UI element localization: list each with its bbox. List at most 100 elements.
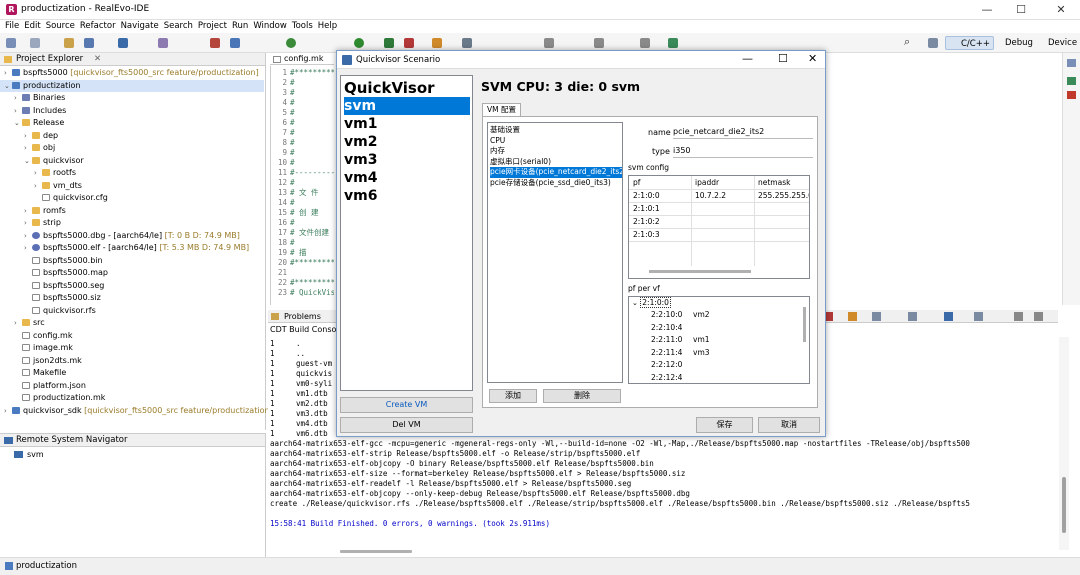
project-tree-item[interactable]: › Binaries bbox=[0, 92, 264, 105]
outline-icon[interactable] bbox=[1067, 59, 1076, 67]
name-field[interactable]: pcie_netcard_die2_its2 bbox=[673, 127, 813, 139]
collapsed-chevron-icon[interactable]: › bbox=[4, 405, 12, 418]
collapsed-chevron-icon[interactable]: › bbox=[24, 230, 32, 243]
expanded-chevron-icon[interactable]: ⌄ bbox=[4, 80, 12, 93]
run-external-icon[interactable] bbox=[384, 38, 394, 48]
menu-project[interactable]: Project bbox=[198, 20, 227, 33]
delete-config-button[interactable]: 删除 bbox=[543, 389, 621, 403]
monitor-icon[interactable] bbox=[118, 38, 128, 48]
save-icon[interactable] bbox=[30, 38, 40, 48]
add-config-button[interactable]: 添加 bbox=[489, 389, 537, 403]
menu-tools[interactable]: Tools bbox=[292, 20, 313, 33]
menu-help[interactable]: Help bbox=[318, 20, 337, 33]
pf-tree-vf[interactable]: 2:2:11:0 bbox=[651, 334, 682, 346]
forward-icon[interactable] bbox=[640, 38, 650, 48]
menu-navigate[interactable]: Navigate bbox=[121, 20, 159, 33]
project-tree-item[interactable]: platform.json bbox=[0, 380, 264, 393]
config-item-cpu[interactable]: CPU bbox=[490, 136, 622, 147]
open-perspective-icon[interactable] bbox=[668, 38, 678, 48]
pf-tree-vf[interactable]: 2:2:11:4 bbox=[651, 347, 682, 359]
tab-vm-config[interactable]: VM 配置 bbox=[482, 103, 521, 116]
project-tree-item[interactable]: › bspfts5000.dbg - [aarch64/le] [T: 0 B D… bbox=[0, 230, 264, 243]
debug-config-icon[interactable] bbox=[84, 38, 94, 48]
pf-tree-vf[interactable]: 2:2:10:4 bbox=[651, 322, 682, 334]
collapsed-chevron-icon[interactable]: › bbox=[24, 142, 32, 155]
pf-tree-scroll-thumb[interactable] bbox=[803, 307, 806, 342]
project-tree-item[interactable]: quickvisor.cfg bbox=[0, 192, 264, 205]
refresh-icon[interactable] bbox=[158, 38, 168, 48]
pf-per-vf-tree[interactable]: ⌄ 2:1:0:0 2:2:10:0 vm2 2:2:10:4 2:2:11:0 vm1… bbox=[628, 296, 810, 384]
console-hscroll-thumb[interactable] bbox=[340, 550, 412, 553]
project-tree-item[interactable]: › Includes bbox=[0, 105, 264, 118]
svm-config-table[interactable]: pf ipaddr netmask 2:1:0:0 10.7.2.2 255.2… bbox=[628, 175, 810, 279]
config-item-serial[interactable]: 虚拟串口(serial0) bbox=[490, 157, 622, 168]
vm-item-svm[interactable]: svm bbox=[344, 97, 470, 115]
warning-icon[interactable] bbox=[210, 38, 220, 48]
code-editor[interactable]: 1#**********2#3#4#5#6#7#8#9#10#11#------… bbox=[270, 66, 334, 305]
config-item-memory[interactable]: 内存 bbox=[490, 146, 622, 157]
tools-icon[interactable] bbox=[432, 38, 442, 48]
close-tab-icon[interactable]: ✕ bbox=[94, 53, 101, 66]
collapsed-chevron-icon[interactable]: › bbox=[4, 67, 12, 80]
pen-icon[interactable] bbox=[462, 38, 472, 48]
menu-search[interactable]: Search bbox=[164, 20, 193, 33]
project-tree-item[interactable]: productization.mk bbox=[0, 392, 264, 405]
collapsed-chevron-icon[interactable]: › bbox=[14, 92, 22, 105]
project-tree-item[interactable]: ⌄ Release bbox=[0, 117, 264, 130]
project-tree-item[interactable]: bspfts5000.seg bbox=[0, 280, 264, 293]
svm-config-cell[interactable]: 2:1:0:1 bbox=[633, 202, 660, 215]
project-tree-item[interactable]: bspfts5000.bin bbox=[0, 255, 264, 268]
open-console-icon[interactable] bbox=[974, 312, 983, 321]
cancel-button[interactable]: 取消 bbox=[758, 417, 820, 433]
project-tree-item[interactable]: › romfs bbox=[0, 205, 264, 218]
vm-item-vm1[interactable]: vm1 bbox=[344, 115, 470, 133]
dialog-close-button[interactable]: ✕ bbox=[808, 52, 817, 65]
remote-navigator-tab[interactable]: Remote System Navigator bbox=[0, 434, 265, 447]
editor-tab-config-mk[interactable]: config.mk bbox=[270, 53, 334, 65]
svm-config-hscroll-thumb[interactable] bbox=[649, 270, 751, 273]
maximize-button[interactable]: ☐ bbox=[1012, 2, 1030, 18]
svm-config-cell[interactable]: 2:1:0:0 bbox=[633, 189, 660, 202]
project-tree-item[interactable]: image.mk bbox=[0, 342, 264, 355]
include-browser-icon[interactable] bbox=[1067, 77, 1076, 85]
perspective-debug[interactable]: Debug bbox=[990, 36, 1036, 50]
pf-tree-vf[interactable]: 2:2:10:0 bbox=[651, 309, 682, 321]
console-scroll-thumb[interactable] bbox=[1062, 477, 1066, 533]
project-tree-item[interactable]: config.mk bbox=[0, 330, 264, 343]
create-vm-button[interactable]: Create VM bbox=[340, 397, 473, 413]
display-console-icon[interactable] bbox=[944, 312, 953, 321]
perspective-cpp[interactable]: C/C++ bbox=[945, 36, 994, 50]
scroll-lock-icon[interactable] bbox=[848, 312, 857, 321]
project-tree-item[interactable]: › vm_dts bbox=[0, 180, 264, 193]
menu-window[interactable]: Window bbox=[253, 20, 287, 33]
vm-item-vm3[interactable]: vm3 bbox=[344, 151, 470, 169]
collapsed-chevron-icon[interactable]: › bbox=[34, 180, 42, 193]
svm-config-cell[interactable]: 10.7.2.2 bbox=[695, 189, 726, 202]
project-tree-item[interactable]: › bspfts5000.elf - [aarch64/le] [T: 5.3 M… bbox=[0, 242, 264, 255]
collapsed-chevron-icon[interactable]: › bbox=[14, 317, 22, 330]
menu-edit[interactable]: Edit bbox=[24, 20, 40, 33]
project-tree-item[interactable]: bspfts5000.siz bbox=[0, 292, 264, 305]
project-tree-item[interactable]: › strip bbox=[0, 217, 264, 230]
perspective-device[interactable]: Device bbox=[1033, 36, 1080, 50]
build-icon[interactable] bbox=[64, 38, 74, 48]
search-icon[interactable]: ⌕ bbox=[904, 35, 910, 49]
collapsed-chevron-icon[interactable]: › bbox=[24, 242, 32, 255]
menu-refactor[interactable]: Refactor bbox=[80, 20, 116, 33]
clear-console-icon[interactable] bbox=[872, 312, 881, 321]
minimize-view-icon[interactable] bbox=[1014, 312, 1023, 321]
svm-config-cell[interactable]: 2:1:0:3 bbox=[633, 228, 660, 241]
remote-host-svm[interactable]: svm bbox=[14, 449, 44, 461]
console-scrollbar[interactable] bbox=[1059, 337, 1069, 550]
project-explorer-tab[interactable]: Project Explorer ✕ bbox=[0, 53, 265, 66]
next-annotation-icon[interactable] bbox=[544, 38, 554, 48]
dialog-maximize-button[interactable]: ☐ bbox=[778, 52, 788, 65]
debug-icon[interactable] bbox=[286, 38, 296, 48]
project-tree-item[interactable]: › quickvisor_sdk [quickvisor_fts5000_src … bbox=[0, 405, 273, 418]
project-tree-item[interactable]: › bspfts5000 [quickvisor_fts5000_src feat… bbox=[0, 67, 264, 80]
problems-tab[interactable]: Problems bbox=[284, 310, 321, 323]
menu-source[interactable]: Source bbox=[46, 20, 75, 33]
vm-item-vm4[interactable]: vm4 bbox=[344, 169, 470, 187]
minimize-button[interactable]: — bbox=[978, 2, 996, 18]
run-icon[interactable] bbox=[354, 38, 364, 48]
